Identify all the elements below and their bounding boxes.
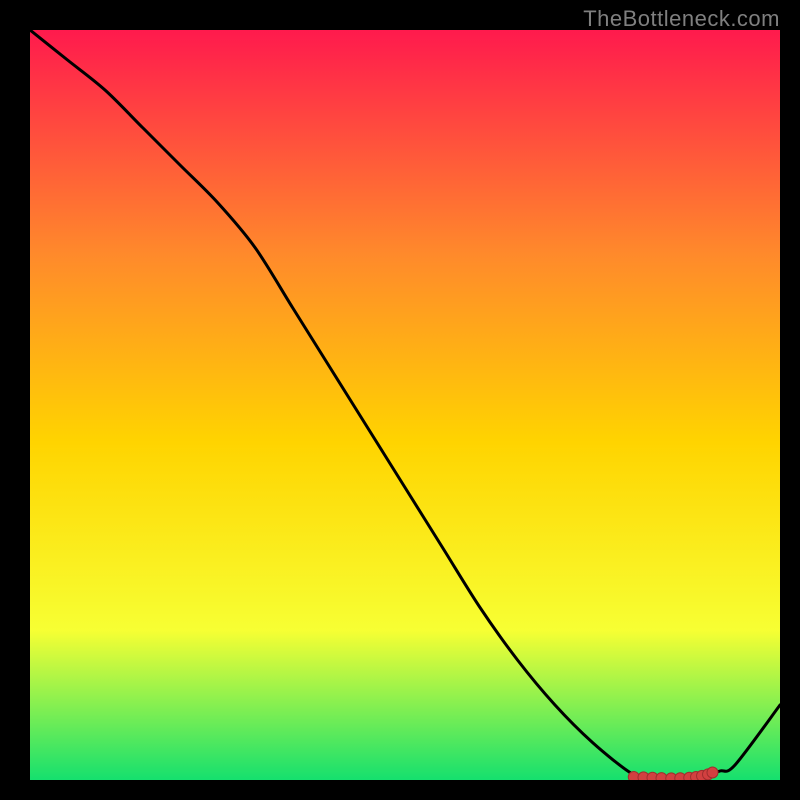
data-marker	[707, 767, 718, 778]
watermark-text: TheBottleneck.com	[583, 6, 780, 32]
chart-container: { "watermark": "TheBottleneck.com", "col…	[0, 0, 800, 800]
chart-svg	[30, 30, 780, 780]
gradient-background	[30, 30, 780, 780]
plot-area	[30, 30, 780, 780]
data-marker	[628, 772, 639, 781]
